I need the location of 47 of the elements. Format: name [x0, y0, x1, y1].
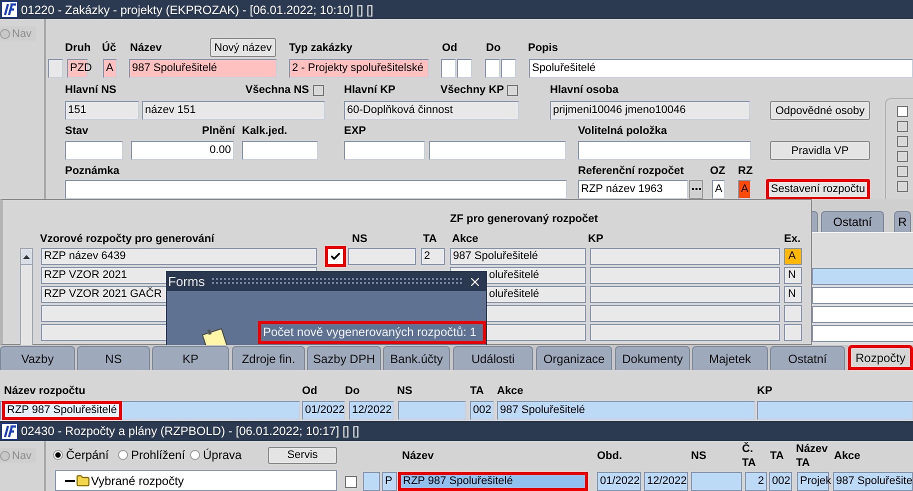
window-title: 01220 - Zakázky - projekty (EKPROZAK) - [06.01.2022; 10:10] [] [] [21, 2, 374, 16]
field-label: Popis [528, 40, 559, 54]
field-label: OZ [710, 164, 726, 178]
column-header: Akce [834, 449, 862, 463]
field-label: Volitelná položka [578, 124, 668, 138]
field-label: Všechny KP [439, 83, 504, 97]
column-header: KP [588, 232, 604, 246]
field-label: Název rozpočtu [4, 384, 86, 398]
window-title: 02430 - Rozpočty a plány (RZPBOLD) - [06.01.2022; 10:17] [] [] [21, 424, 360, 438]
column-header: TA [423, 232, 438, 246]
field-label: Všechna NS [244, 83, 309, 97]
column-header: Název [402, 449, 435, 463]
dialog-title: Forms [168, 274, 205, 289]
field-label: RZ [738, 164, 754, 178]
column-header: Č. TA [742, 442, 757, 470]
column-header: Obd. [597, 449, 624, 463]
field-label: Do [486, 40, 502, 54]
column-header: Akce [452, 232, 480, 246]
field-label: Hlavní KP [344, 83, 396, 97]
column-header: TA [770, 449, 785, 463]
field-label: EXP [344, 124, 368, 138]
column-header: Ex. [784, 232, 802, 246]
field-label: Poznámka [65, 164, 120, 178]
column-header: NS [352, 232, 368, 246]
field-label: Od [442, 40, 458, 54]
field-label: Plnění [200, 124, 235, 138]
field-label: Úč [102, 40, 118, 54]
field-label: TA [470, 384, 485, 398]
dialog-message: Počet nově vygenerovaných rozpočtů: 1 [258, 321, 486, 344]
field-label: KP [757, 384, 774, 398]
column-header: NS [691, 449, 708, 463]
column-header: Vzorové rozpočty pro generování [40, 232, 216, 246]
field-value: RZP 987 Spoluřešitelé [2, 401, 122, 420]
field-label: NS [397, 384, 414, 398]
field-label: Název [130, 40, 163, 54]
field-label: Typ zakázky [289, 40, 354, 54]
field-label: Hlavní osoba [550, 83, 620, 97]
field-label: Referenční rozpočet [578, 164, 685, 178]
column-header: Název TA [796, 442, 829, 470]
field-label: Akce [497, 384, 524, 398]
field-label: Od [302, 384, 318, 398]
panel-title: ZF pro generovaný rozpočet [450, 213, 598, 225]
field-label: Stav [65, 124, 90, 138]
field-label: Kalk.jed. [242, 124, 288, 138]
field-label: Druh [65, 40, 92, 54]
field-label: Do [345, 384, 361, 398]
field-label: Hlavní NS [65, 83, 118, 97]
